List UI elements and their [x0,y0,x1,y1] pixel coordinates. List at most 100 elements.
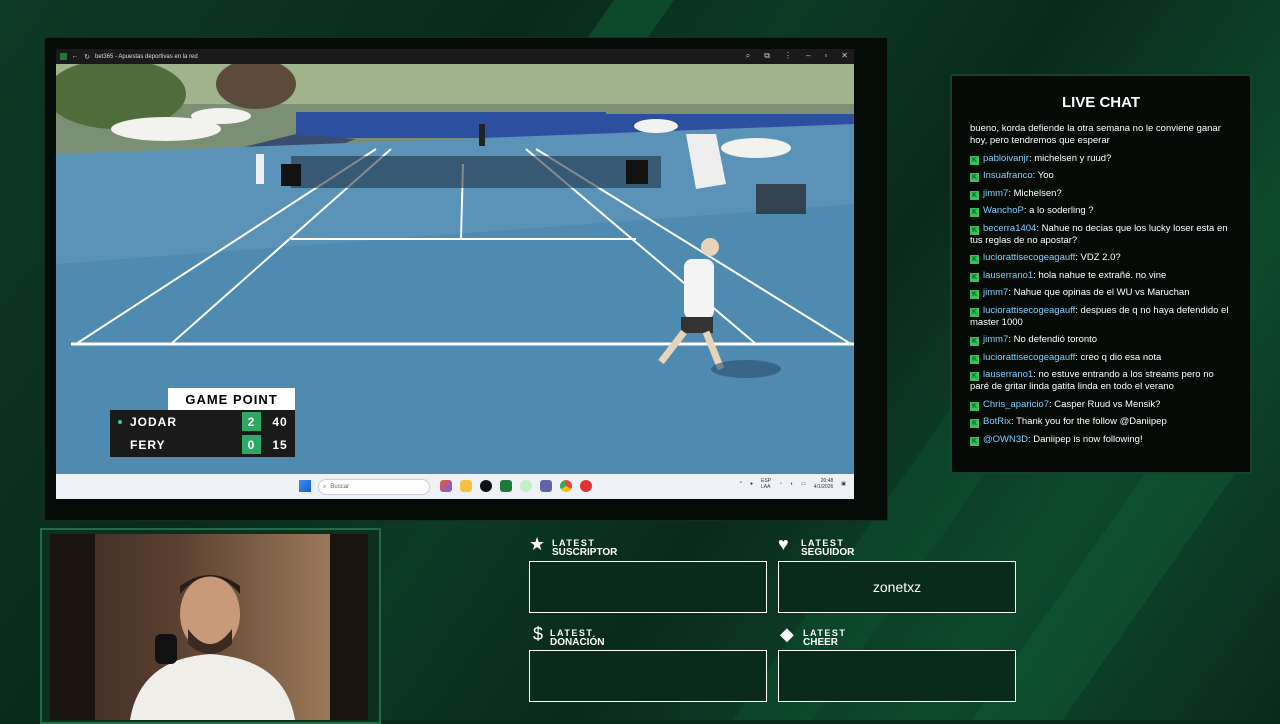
browser-tab-title: bet365 - Apuestas deportivas en la red [95,53,198,60]
volume-icon[interactable]: ◖ [790,481,793,487]
chat-text: hola nahue te extrañé. no vine [1038,269,1167,281]
latest-cheer-box [778,650,1016,702]
diamond-icon: ◆ [780,624,794,644]
chat-text: bueno, korda defiende la otra semana no … [970,123,1221,146]
wifi-icon[interactable]: ◔ [779,481,782,487]
chat-username[interactable]: Chris_aparicio7 [983,399,1049,410]
chat-message-list: bueno, korda defiende la otra semana no … [970,123,1232,451]
chat-message: K @OWN3D: Daniipep is now following! [970,433,1143,446]
chat-message: Klauserrano1: hola nahue te extrañé. no … [970,269,1167,282]
chat-username[interactable]: BotRix [983,416,1011,427]
site-favicon-icon [60,53,67,60]
chat-message: K BotRix: Thank you for the follow @Danii… [970,416,1167,428]
extensions-icon[interactable]: ⧉ [764,51,770,61]
chat-text: No defendió toronto [1013,334,1098,345]
chat-message: bueno, korda defiende la otra semana no … [970,123,1232,147]
kick-badge-icon: K [970,208,979,217]
chat-username[interactable]: @OWN3D [983,434,1028,445]
latest-seguidor-label: LATEST SEGUIDOR [801,538,855,558]
chat-text: michelsen y ruud? [1034,152,1112,164]
chat-text: Yoo [1037,170,1054,181]
latest-cheer-label: LATEST CHEER [803,628,847,648]
kick-badge-icon: K [970,290,979,299]
player-sets: 2 [242,412,261,431]
notification-icon[interactable]: ▣ [841,481,846,487]
file-explorer-icon[interactable] [460,480,472,492]
excel-app-icon[interactable] [500,480,512,492]
chat-text: Thank you for the follow @Daniipep [1016,416,1167,427]
chat-text: Daniipep is now following! [1033,433,1143,445]
chat-username[interactable]: WanchoP [983,205,1024,216]
chat-username[interactable]: luciorattisecogeagauff [983,252,1075,263]
chat-message: Kluciorattisecogeagauff: VDZ 2.0? [970,252,1121,264]
reload-icon[interactable]: ↻ [83,53,91,61]
teams-app-icon[interactable] [540,480,552,492]
chat-username[interactable]: luciorattisecogeagauff [983,305,1075,316]
search-icon: ⌕ [323,483,327,490]
chat-message: Kjimm7: No defendió toronto [970,334,1098,346]
close-icon[interactable]: ✕ [841,51,848,61]
tray-date[interactable]: 4/1/2026 [814,484,833,490]
webcam-feed [50,534,368,720]
kick-badge-icon: K [970,419,979,428]
menu-icon[interactable]: ⋮ [784,51,792,61]
latest-donacion-label: LATEST DONACIÓN [550,628,605,648]
chat-username[interactable]: jimm7 [983,287,1008,298]
battery-icon[interactable]: ▭ [801,481,806,487]
latest-seguidor-box: zonetxz [778,561,1016,613]
chat-username[interactable]: Insuafranco [983,170,1033,181]
scoreboard-row: FERY 0 15 [110,433,295,456]
heart-icon: ♥ [778,534,789,554]
chat-text: Nahue que opinas de el WU vs Maruchan [1013,287,1190,298]
copilot-app-icon[interactable] [440,480,452,492]
taskbar-search[interactable]: ⌕ Buscar [318,479,430,495]
minimize-icon[interactable]: – [806,51,810,61]
windows-start-icon[interactable] [299,480,311,492]
live-chat-panel: LIVE CHAT bueno, korda defiende la otra … [950,74,1252,474]
chat-username[interactable]: lauserrano1 [983,369,1033,380]
chat-message: Kjimm7: Michelsen? [970,187,1062,200]
chat-message: Kluciorattisecogeagauff: creo q dio esa … [970,351,1162,364]
kick-badge-icon: K [970,307,979,317]
chat-text: a lo soderling ? [1029,205,1094,216]
kick-badge-icon: K [970,155,979,165]
chat-message: K WanchoP: a lo soderling ? [970,205,1094,217]
chat-username[interactable]: jimm7 [983,188,1008,199]
chat-username[interactable]: becerra1404 [983,223,1036,234]
obs-app-icon[interactable] [580,480,592,492]
kick-badge-icon: K [970,225,979,235]
chat-message: Kbecerra1404: Nahue no decias que los lu… [970,222,1228,246]
tiktok-app-icon[interactable] [480,480,492,492]
kick-badge-icon: K [970,190,979,200]
chat-title: LIVE CHAT [1061,94,1141,111]
latest-suscriptor-box [529,561,767,613]
star-icon: ★ [529,534,546,554]
browser-titlebar: ← ↻ bet365 - Apuestas deportivas en la r… [56,49,854,64]
zoom-icon[interactable]: ⌕ [746,51,750,61]
mic-icon[interactable]: ● [750,481,753,487]
chat-message: Klauserrano1: no estuve entrando a los s… [970,369,1214,392]
player-sets: 0 [242,435,261,454]
chat-username[interactable]: jimm7 [983,334,1008,345]
chat-text: Casper Ruud vs Mensik? [1054,398,1161,410]
kick-badge-icon: K [970,354,979,364]
kick-badge-icon: K [970,173,979,182]
back-arrow-icon[interactable]: ← [71,53,79,61]
chat-text: VDZ 2.0? [1080,252,1121,263]
tray-chevron-icon[interactable]: ^ [740,481,742,487]
chat-message: Kpabloivanjr: michelsen y ruud? [970,152,1112,165]
chat-username[interactable]: lauserrano1 [983,270,1033,281]
whatsapp-app-icon[interactable] [520,480,532,492]
maximize-icon[interactable]: ▫ [824,51,827,61]
player-points: 15 [272,437,288,452]
player-points: 40 [272,414,288,429]
chat-username[interactable]: luciorattisecogeagauff [983,352,1075,363]
taskbar-search-placeholder: Buscar [330,484,350,490]
dollar-icon: $ [533,624,544,644]
scoreboard-row: JODAR 2 40 [110,410,295,433]
tray-lang-layout[interactable]: LAA [761,484,771,490]
player-name: JODAR [130,414,178,429]
chat-username[interactable]: pabloivanjr [983,153,1029,164]
chrome-app-icon[interactable] [560,480,572,492]
latest-donacion-box [529,650,767,702]
